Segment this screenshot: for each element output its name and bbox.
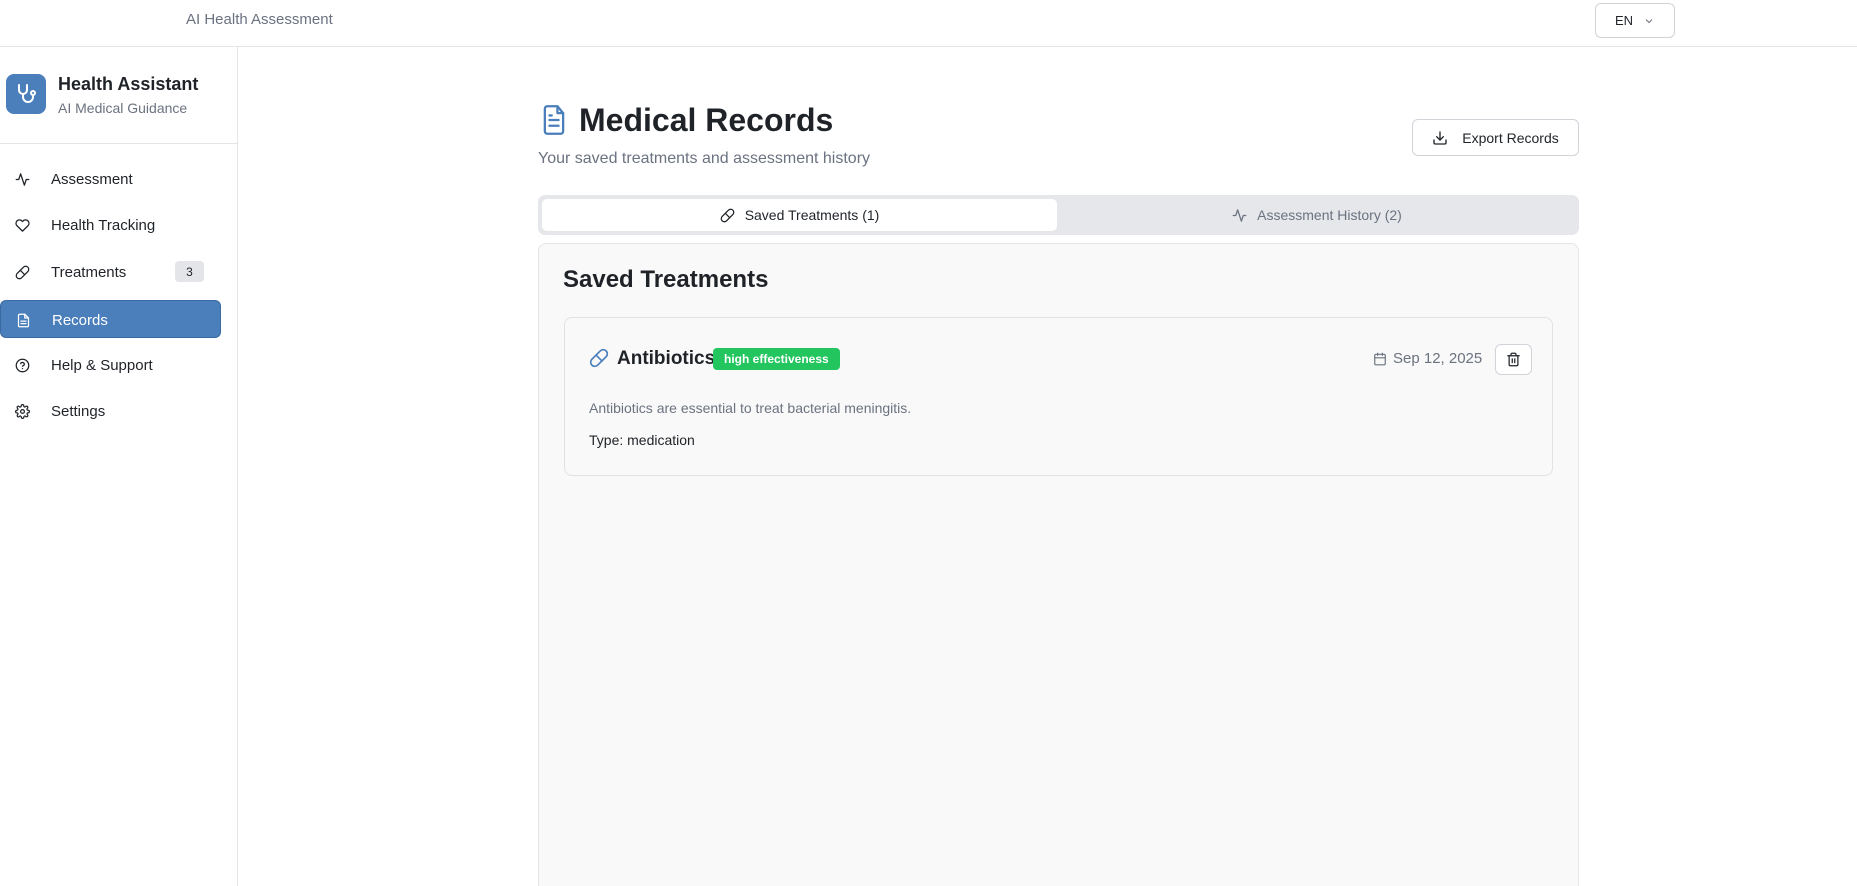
- export-records-label: Export Records: [1462, 129, 1559, 146]
- sidebar-item-settings[interactable]: Settings: [0, 392, 221, 430]
- treatment-name: Antibiotics: [617, 348, 716, 369]
- language-value: EN: [1614, 13, 1634, 28]
- sidebar-item-label: Health Tracking: [51, 217, 156, 234]
- stethoscope-icon: [6, 74, 46, 114]
- pill-icon: [15, 265, 30, 280]
- pill-icon: [589, 348, 609, 368]
- pill-icon: [720, 208, 735, 222]
- treatments-count-badge: 3: [175, 261, 204, 282]
- main-content: Medical Records Your saved treatments an…: [239, 48, 1857, 886]
- activity-icon: [15, 173, 30, 186]
- page-title: Medical Records: [579, 102, 834, 138]
- sidebar: Health Assistant AI Medical Guidance Ass…: [0, 47, 238, 886]
- effectiveness-badge: high effectiveness: [713, 348, 840, 370]
- app-title: AI Health Assessment: [186, 11, 333, 28]
- export-records-button[interactable]: Export Records: [1412, 119, 1579, 156]
- sidebar-item-label: Help & Support: [51, 357, 153, 374]
- sidebar-item-label: Assessment: [51, 171, 133, 188]
- sidebar-item-label: Records: [52, 312, 108, 329]
- tab-label: Saved Treatments (1): [744, 207, 880, 223]
- treatment-description: Antibiotics are essential to treat bacte…: [589, 400, 912, 416]
- sidebar-item-assessment[interactable]: Assessment: [0, 160, 221, 198]
- chevron-down-icon: [1645, 18, 1653, 23]
- delete-treatment-button[interactable]: [1495, 344, 1532, 375]
- treatment-date: Sep 12, 2025: [1373, 350, 1482, 367]
- heart-icon: [15, 219, 30, 232]
- sidebar-item-records[interactable]: Records: [0, 300, 221, 338]
- tab-assessment-history[interactable]: Assessment History (2): [1059, 199, 1575, 231]
- top-bar: AI Health Assessment EN: [0, 0, 1857, 47]
- tab-saved-treatments[interactable]: Saved Treatments (1): [542, 199, 1057, 231]
- file-text-icon: [17, 313, 30, 328]
- gear-icon: [15, 404, 30, 419]
- sidebar-item-help-support[interactable]: Help & Support: [0, 346, 221, 384]
- panel-title: Saved Treatments: [563, 266, 769, 293]
- page-subtitle: Your saved treatments and assessment his…: [538, 150, 871, 167]
- treatment-date-text: Sep 12, 2025: [1393, 350, 1483, 367]
- treatment-type: Type: medication: [589, 432, 695, 448]
- calendar-icon: [1374, 352, 1386, 365]
- tab-label: Assessment History (2): [1257, 207, 1402, 223]
- sidebar-item-label: Settings: [51, 403, 106, 420]
- brand: Health Assistant AI Medical Guidance: [0, 47, 237, 144]
- download-icon: [1433, 130, 1447, 145]
- activity-icon: [1232, 208, 1247, 222]
- sidebar-item-health-tracking[interactable]: Health Tracking: [0, 206, 221, 244]
- brand-subtitle: AI Medical Guidance: [58, 100, 188, 116]
- records-tabs: Saved Treatments (1) Assessment History …: [538, 195, 1579, 235]
- language-select[interactable]: EN: [1595, 3, 1675, 38]
- help-circle-icon: [15, 358, 30, 373]
- brand-name: Health Assistant: [58, 74, 199, 94]
- trash-icon: [1507, 352, 1520, 367]
- file-text-icon: [543, 105, 565, 135]
- sidebar-item-treatments[interactable]: Treatments 3: [0, 253, 221, 291]
- treatment-card: Antibiotics high effectiveness Sep 12, 2…: [564, 317, 1553, 476]
- saved-treatments-panel: Saved Treatments Antibiotics high effect…: [538, 243, 1579, 886]
- sidebar-item-label: Treatments: [51, 264, 127, 281]
